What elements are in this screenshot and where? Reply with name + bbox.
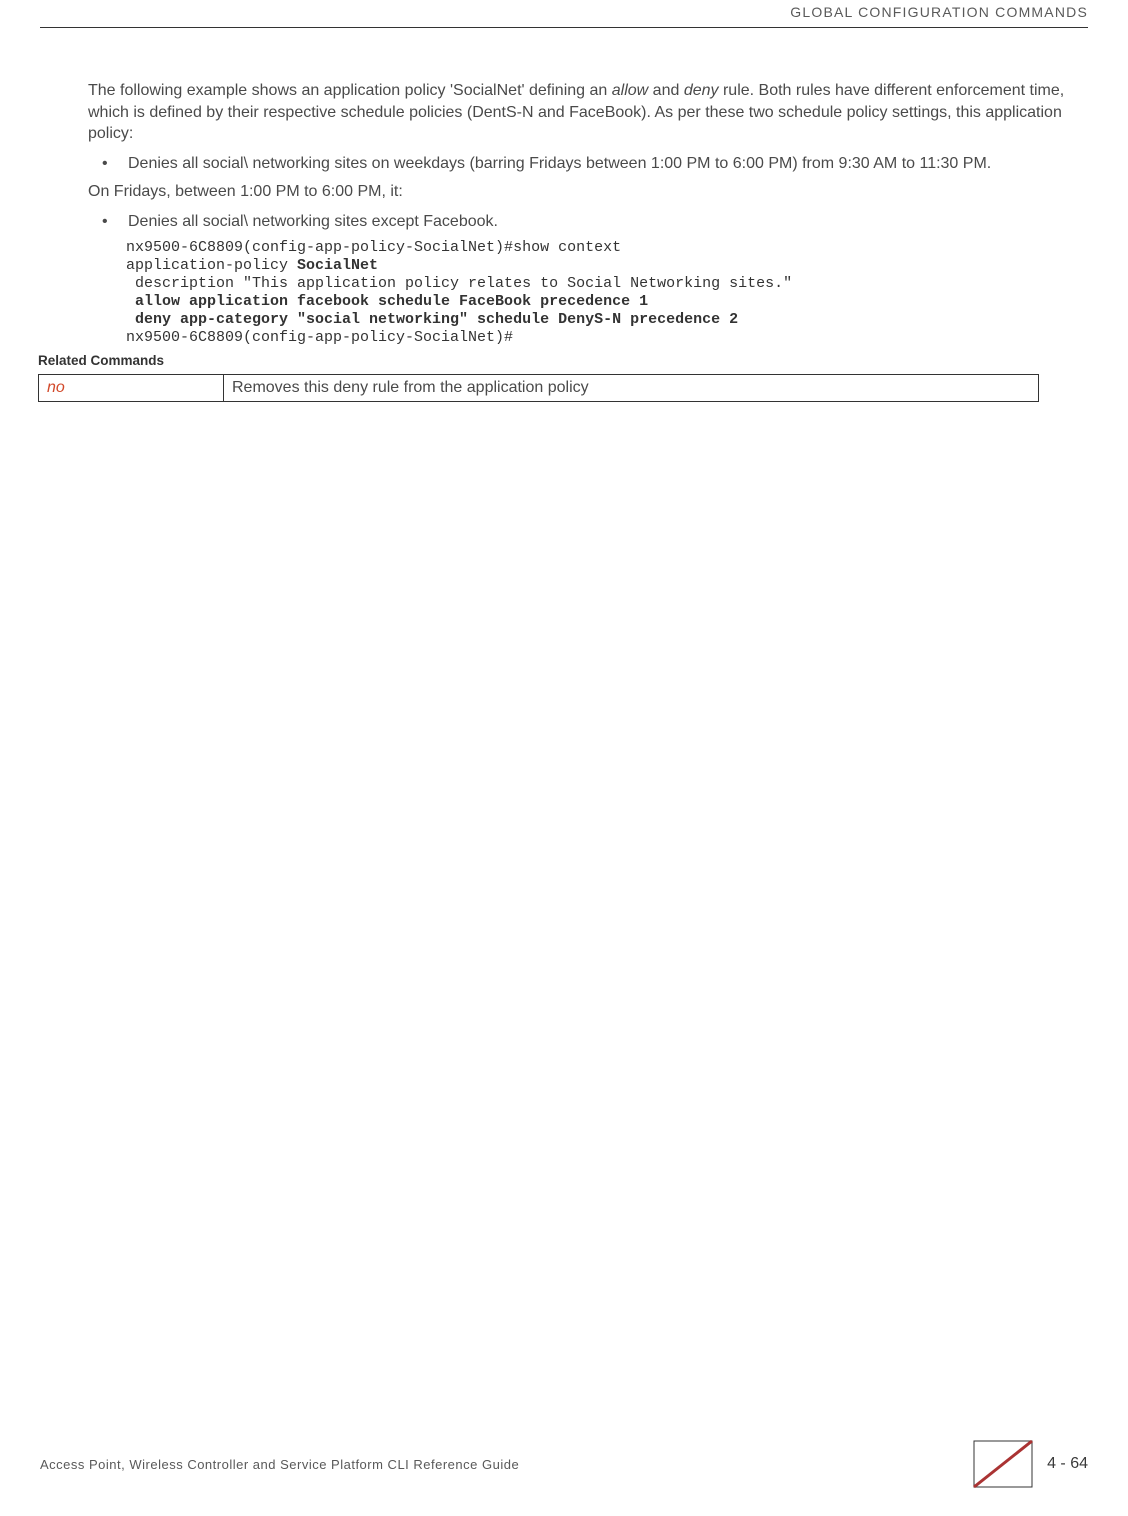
page-number: 4 - 64 xyxy=(1047,1455,1088,1473)
table-row: no Removes this deny rule from the appli… xyxy=(39,375,1039,402)
page-footer: Access Point, Wireless Controller and Se… xyxy=(40,1440,1088,1488)
code-block: nx9500-6C8809(config-app-policy-SocialNe… xyxy=(126,239,1078,347)
mid-paragraph: On Fridays, between 1:00 PM to 6:00 PM, … xyxy=(88,181,1078,203)
bullet-text: Denies all social\ networking sites exce… xyxy=(128,211,1078,233)
page-corner-icon xyxy=(973,1440,1033,1488)
intro-deny-word: deny xyxy=(684,82,719,99)
code-line: application-policy xyxy=(126,257,297,274)
code-line-bold: deny app-category "social networking" sc… xyxy=(126,311,738,328)
intro-text-c: and xyxy=(648,82,684,99)
footer-title: Access Point, Wireless Controller and Se… xyxy=(40,1457,519,1472)
header-category: GLOBAL CONFIGURATION COMMANDS xyxy=(790,4,1088,20)
main-content: The following example shows an applicati… xyxy=(88,80,1078,402)
code-line: nx9500-6C8809(config-app-policy-SocialNe… xyxy=(126,239,621,256)
command-desc-cell: Removes this deny rule from the applicat… xyxy=(224,375,1039,402)
related-commands-table: no Removes this deny rule from the appli… xyxy=(38,374,1039,402)
code-line: description "This application policy rel… xyxy=(126,275,792,292)
related-commands-heading: Related Commands xyxy=(38,353,1078,368)
code-line-bold: allow application facebook schedule Face… xyxy=(126,293,648,310)
intro-allow-word: allow xyxy=(612,82,648,99)
bullet-marker: • xyxy=(88,153,128,175)
bullet-text: Denies all social\ networking sites on w… xyxy=(128,153,1078,175)
header-divider xyxy=(40,27,1088,28)
code-line-bold: SocialNet xyxy=(297,257,378,274)
bullet-marker: • xyxy=(88,211,128,233)
intro-text-a: The following example shows an applicati… xyxy=(88,82,612,99)
intro-paragraph: The following example shows an applicati… xyxy=(88,80,1078,145)
bullet-item: • Denies all social\ networking sites on… xyxy=(88,153,1078,175)
footer-right-group: 4 - 64 xyxy=(973,1440,1088,1488)
code-line: nx9500-6C8809(config-app-policy-SocialNe… xyxy=(126,329,513,346)
bullet-item: • Denies all social\ networking sites ex… xyxy=(88,211,1078,233)
command-name-cell: no xyxy=(39,375,224,402)
